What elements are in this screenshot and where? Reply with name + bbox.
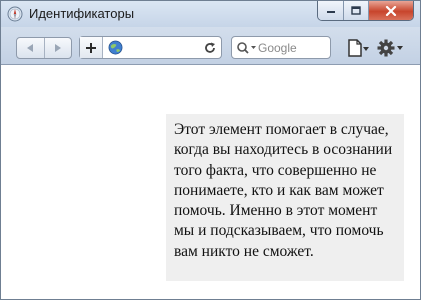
window-controls	[317, 1, 414, 21]
page-content: Этот элемент помогает в случае, когда вы…	[1, 66, 420, 299]
page-menu-icon[interactable]	[346, 39, 370, 57]
search-input[interactable]	[258, 40, 328, 56]
url-input[interactable]	[126, 39, 196, 56]
safari-compass-icon	[7, 6, 23, 22]
minimize-icon	[326, 10, 335, 13]
navigation-buttons	[16, 37, 72, 59]
text-block: Этот элемент помогает в случае, когда вы…	[166, 114, 404, 281]
browser-toolbar	[1, 27, 420, 65]
maximize-button[interactable]	[344, 1, 369, 20]
reload-icon[interactable]	[203, 41, 217, 55]
maximize-icon	[351, 6, 361, 15]
back-arrow-icon	[27, 44, 34, 52]
address-bar	[79, 36, 222, 59]
close-icon	[385, 5, 397, 16]
search-icon[interactable]	[236, 41, 258, 55]
back-button[interactable]	[17, 38, 44, 58]
gear-icon[interactable]	[377, 38, 405, 58]
forward-arrow-icon	[54, 44, 61, 52]
search-bar	[231, 36, 331, 59]
globe-icon	[108, 40, 123, 55]
plus-icon	[86, 42, 96, 53]
add-bookmark-button[interactable]	[80, 37, 103, 58]
window-title: Идентификаторы	[29, 6, 135, 21]
title-bar: Идентификаторы	[1, 1, 420, 27]
browser-window: Идентификаторы Google Этот элемент помог…	[0, 0, 421, 300]
forward-button[interactable]	[43, 38, 72, 58]
minimize-button[interactable]	[318, 1, 344, 20]
close-button[interactable]	[369, 1, 413, 20]
